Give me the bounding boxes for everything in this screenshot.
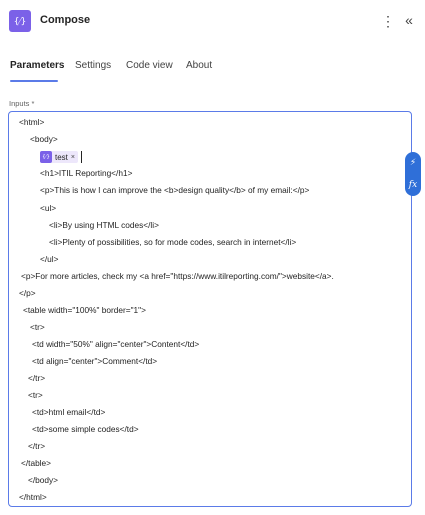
tab-parameters[interactable]: Parameters bbox=[10, 60, 64, 71]
inputs-label: Inputs * bbox=[9, 99, 35, 108]
action-header: {⁄} Compose ⋮ « bbox=[0, 0, 425, 44]
dynamic-content-token[interactable]: {⁄} test × bbox=[40, 151, 78, 163]
code-line: <tr> bbox=[30, 322, 45, 332]
code-line: </ul> bbox=[40, 254, 59, 264]
remove-token-icon[interactable]: × bbox=[71, 154, 75, 161]
code-line: <li>Plenty of possibilities, so for mode… bbox=[49, 237, 297, 247]
dynamic-content-icon[interactable]: ⚡ bbox=[410, 157, 416, 169]
token-label: test bbox=[55, 152, 68, 162]
tab-settings[interactable]: Settings bbox=[75, 60, 111, 71]
tab-code-view[interactable]: Code view bbox=[126, 60, 173, 71]
code-line: <td width="50%" align="center">Content</… bbox=[32, 339, 200, 349]
code-braces-icon: {⁄} bbox=[40, 151, 52, 163]
tab-about[interactable]: About bbox=[186, 60, 212, 71]
collapse-panel-icon[interactable]: « bbox=[402, 11, 416, 29]
code-line: <body> bbox=[30, 134, 58, 144]
code-line: </tr> bbox=[28, 441, 46, 451]
code-line: <tr> bbox=[28, 390, 43, 400]
side-toolbar: ⚡ fx bbox=[405, 152, 421, 196]
code-line: </table> bbox=[21, 458, 51, 468]
expression-fx-icon[interactable]: fx bbox=[409, 179, 417, 191]
more-options-icon[interactable]: ⋮ bbox=[381, 12, 395, 30]
code-line: <li>By using HTML codes</li> bbox=[49, 220, 159, 230]
code-line: </html> bbox=[19, 492, 47, 502]
code-braces-icon: {⁄} bbox=[9, 10, 31, 32]
code-line: <td align="center">Comment</td> bbox=[32, 356, 158, 366]
action-title[interactable]: Compose bbox=[40, 14, 90, 26]
code-line: <table width="100%" border="1"> bbox=[23, 305, 146, 315]
code-line: <td>some simple codes</td> bbox=[32, 424, 139, 434]
code-line: </tr> bbox=[28, 373, 46, 383]
code-line: </p> bbox=[19, 288, 36, 298]
code-line: <ul> bbox=[40, 203, 57, 213]
active-tab-indicator bbox=[10, 80, 58, 82]
code-line: <h1>ITIL Reporting</h1> bbox=[40, 168, 133, 178]
code-line: <p>This is how I can improve the <b>desi… bbox=[40, 185, 310, 195]
code-line: <td>html email</td> bbox=[32, 407, 106, 417]
code-line: <p>For more articles, check my <a href="… bbox=[21, 271, 334, 281]
code-line: <html> bbox=[19, 117, 45, 127]
text-caret bbox=[81, 151, 82, 163]
code-line: </body> bbox=[28, 475, 58, 485]
